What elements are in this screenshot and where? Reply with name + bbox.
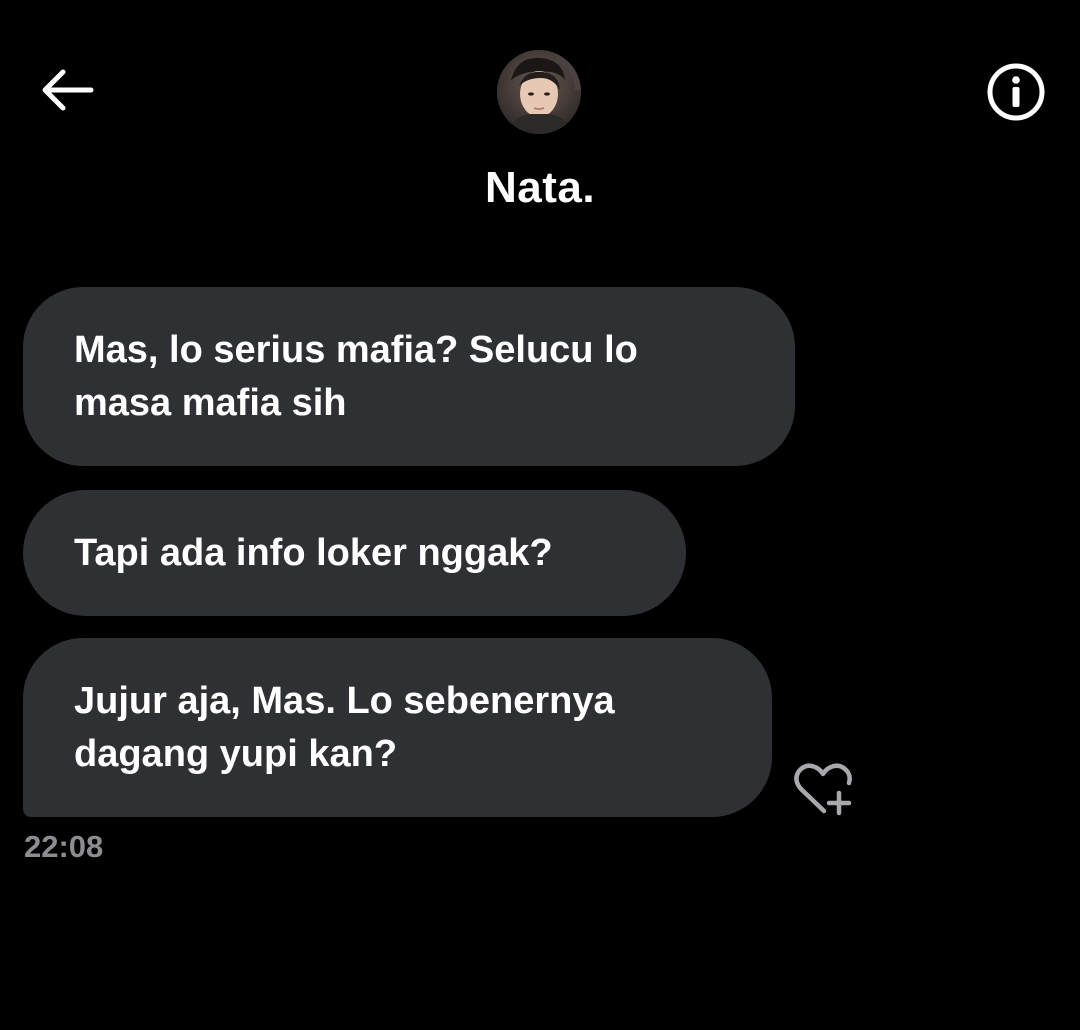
arrow-left-icon [42,69,94,111]
avatar-photo [497,50,581,134]
contact-name[interactable]: Nata. [0,160,1080,216]
info-button[interactable] [984,60,1048,124]
message-bubble[interactable]: Tapi ada info loker nggak? [23,490,686,616]
add-reaction-button[interactable] [789,758,857,820]
back-button[interactable] [36,62,98,118]
avatar[interactable] [497,50,581,134]
info-circle-icon [987,63,1045,121]
heart-plus-icon [794,763,852,816]
message-bubble[interactable]: Jujur aja, Mas. Lo sebenernya dagang yup… [23,638,772,817]
message-bubble[interactable]: Mas, lo serius mafia? Selucu lo masa maf… [23,287,795,466]
message-timestamp: 22:08 [24,829,104,864]
